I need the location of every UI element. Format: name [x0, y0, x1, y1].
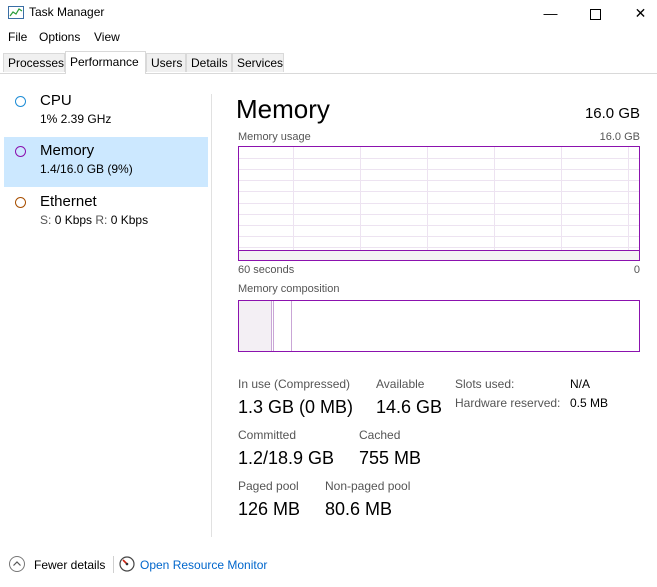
paged-pool-value: 126 MB [238, 499, 301, 519]
non-paged-pool-value: 80.6 MB [325, 499, 393, 519]
hardware-reserved-value: 0.5 MB [570, 396, 609, 410]
window-title: Task Manager [29, 5, 105, 19]
task-manager-icon [8, 6, 24, 19]
tab-strip: Processes Performance Users Details Serv… [0, 51, 657, 74]
composition-label: Memory composition [238, 283, 340, 295]
sidebar-item-detail: 1% 2.39 GHz [40, 112, 112, 126]
close-icon: ✕ [634, 5, 647, 21]
tab-users[interactable]: Users [146, 53, 186, 72]
committed-value: 1.2/18.9 GB [238, 448, 335, 468]
fewer-details-link[interactable]: Fewer details [34, 558, 105, 572]
title-bar: Task Manager — ✕ [0, 0, 657, 26]
composition-in-use [239, 301, 271, 351]
slots-used-value: N/A [570, 377, 591, 391]
sidebar-item-label: Ethernet [40, 193, 97, 210]
chevron-up-icon [13, 561, 21, 566]
tab-processes[interactable]: Processes [3, 53, 65, 72]
minimize-icon: — [543, 5, 558, 21]
sidebar-divider [211, 94, 212, 537]
time-axis-right: 0 [633, 264, 640, 276]
footer-separator [113, 556, 114, 573]
sidebar-item-memory[interactable]: Memory 1.4/16.0 GB (9%) [4, 137, 208, 187]
cpu-graph-icon [15, 96, 26, 107]
menu-file[interactable]: File [8, 28, 27, 46]
memory-graph-icon [15, 146, 26, 157]
performance-sidebar: CPU 1% 2.39 GHz Memory 1.4/16.0 GB (9%) … [0, 74, 212, 539]
cached-label: Cached [359, 428, 401, 442]
composition-standby [273, 301, 292, 351]
sidebar-item-detail: 1.4/16.0 GB (9%) [40, 162, 133, 176]
in-use-label: In use (Compressed) [238, 377, 351, 391]
maximize-icon [590, 8, 601, 20]
page-title: Memory [236, 94, 330, 124]
slots-used-label: Slots used: [455, 377, 515, 391]
sidebar-item-label: Memory [40, 142, 95, 159]
memory-usage-graph [238, 146, 640, 261]
footer-bar: Fewer details Open Resource Monitor [0, 549, 657, 579]
memory-usage-fill [239, 250, 639, 260]
total-memory: 16.0 GB [584, 105, 640, 122]
cached-value: 755 MB [359, 448, 422, 468]
sidebar-item-ethernet[interactable]: Ethernet S: 0 Kbps R: 0 Kbps [4, 188, 208, 238]
close-button[interactable]: ✕ [618, 0, 657, 26]
sidebar-item-detail: S: 0 Kbps R: 0 Kbps [40, 213, 148, 227]
minimize-button[interactable]: — [528, 0, 573, 26]
send-label: S: [40, 213, 52, 227]
committed-label: Committed [238, 428, 297, 442]
in-use-value: 1.3 GB (0 MB) [238, 397, 354, 417]
maximize-button[interactable] [573, 0, 618, 26]
sidebar-item-label: CPU [40, 92, 72, 109]
memory-usage-grid [239, 147, 639, 260]
open-resource-monitor-link[interactable]: Open Resource Monitor [140, 558, 267, 572]
menu-options[interactable]: Options [39, 28, 80, 46]
time-axis-left: 60 seconds [238, 264, 295, 276]
available-value: 14.6 GB [376, 397, 443, 417]
resource-monitor-icon[interactable] [119, 556, 135, 572]
send-value: 0 Kbps [54, 213, 93, 227]
receive-label: R: [95, 213, 108, 227]
memory-composition-bar [238, 300, 640, 352]
sidebar-item-cpu[interactable]: CPU 1% 2.39 GHz [4, 87, 208, 137]
hardware-reserved-label: Hardware reserved: [455, 396, 561, 410]
tab-details[interactable]: Details [186, 53, 232, 72]
menu-view[interactable]: View [94, 28, 120, 46]
fewer-details-button[interactable] [9, 556, 25, 572]
available-label: Available [376, 377, 425, 391]
tab-services[interactable]: Services [232, 53, 284, 72]
usage-graph-max: 16.0 GB [599, 131, 640, 143]
non-paged-pool-label: Non-paged pool [325, 479, 411, 493]
tab-performance[interactable]: Performance [65, 51, 146, 74]
usage-graph-label: Memory usage [238, 131, 311, 143]
ethernet-graph-icon [15, 197, 26, 208]
paged-pool-label: Paged pool [238, 479, 299, 493]
receive-value: 0 Kbps [110, 213, 149, 227]
